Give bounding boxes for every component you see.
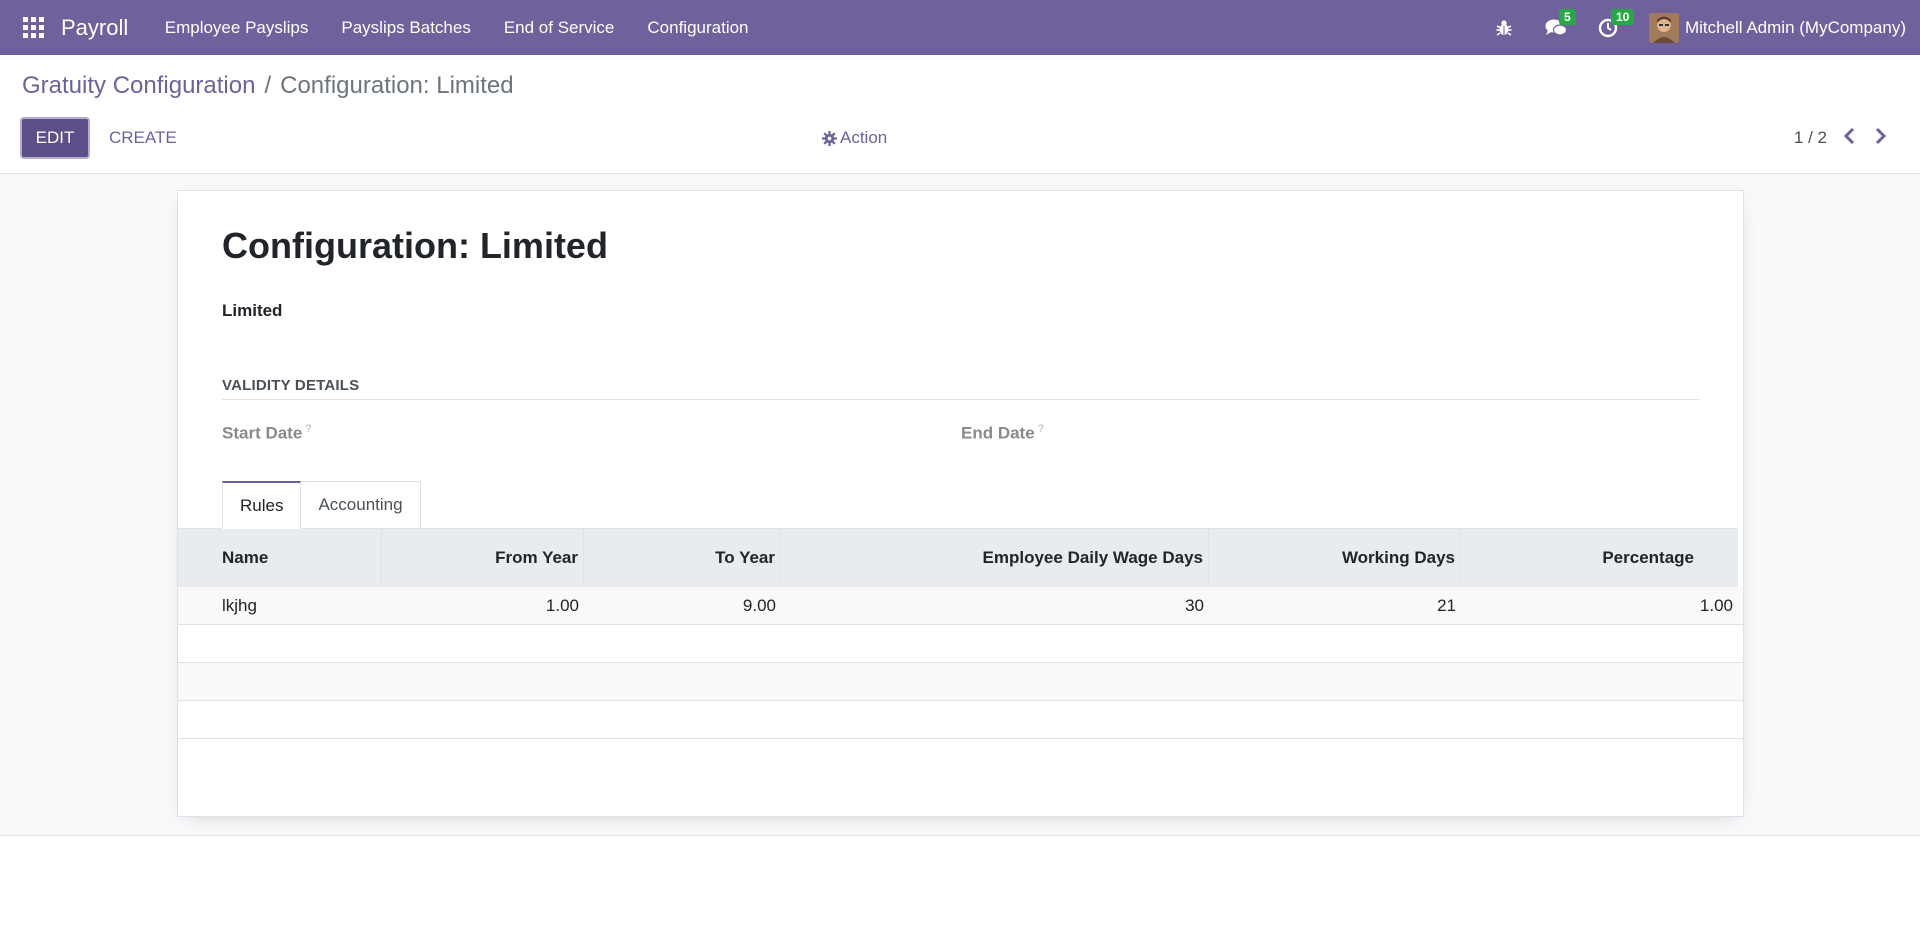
column-header-to-year[interactable]: To Year xyxy=(584,529,781,587)
bug-icon[interactable] xyxy=(1493,17,1515,39)
apps-menu-icon[interactable] xyxy=(23,16,45,39)
column-header-from-year[interactable]: From Year xyxy=(382,529,584,587)
section-title: VALIDITY DETAILS xyxy=(222,377,360,394)
record-title: Configuration: Limited xyxy=(222,225,608,266)
table-header: Name From Year To Year Employee Daily Wa… xyxy=(178,528,1738,587)
breadcrumb-parent[interactable]: Gratuity Configuration xyxy=(22,72,255,100)
table-row[interactable]: lkjhg 1.00 9.00 30 21 1.00 xyxy=(178,587,1743,625)
menu-configuration[interactable]: Configuration xyxy=(631,0,765,55)
help-icon[interactable]: ? xyxy=(1038,423,1044,435)
cell-percentage: 1.00 xyxy=(1699,595,1733,615)
user-menu[interactable]: Mitchell Admin (MyCompany) xyxy=(1648,12,1906,43)
app-brand[interactable]: Payroll xyxy=(61,15,128,41)
gear-icon xyxy=(822,130,837,146)
empty-row xyxy=(178,701,1743,739)
main-menu: Employee Payslips Payslips Batches End o… xyxy=(148,0,765,55)
menu-payslips-batches[interactable]: Payslips Batches xyxy=(325,0,487,55)
rules-table: Name From Year To Year Employee Daily Wa… xyxy=(178,528,1743,739)
user-name: Mitchell Admin (MyCompany) xyxy=(1684,17,1906,37)
breadcrumb-separator: / xyxy=(264,72,272,99)
column-header-percentage[interactable]: Percentage xyxy=(1461,529,1738,587)
column-header-name[interactable]: Name xyxy=(178,529,382,587)
menu-employee-payslips[interactable]: Employee Payslips xyxy=(148,0,325,55)
systray: 5 10 Mitchell Admin (MyCompany) xyxy=(1493,0,1920,55)
tab-accounting[interactable]: Accounting xyxy=(300,481,421,529)
notebook-tabs: Rules Accounting xyxy=(222,481,421,529)
cell-working-days: 21 xyxy=(1437,595,1456,615)
avatar xyxy=(1648,12,1679,43)
breadcrumb: Gratuity Configuration / Configuration: … xyxy=(22,72,514,100)
end-date-label: End Date? xyxy=(961,423,1044,444)
form-view: Configuration: Limited Limited VALIDITY … xyxy=(0,174,1920,836)
chevron-left-icon[interactable] xyxy=(1843,127,1857,150)
start-date-text: Start Date xyxy=(222,423,303,443)
empty-row xyxy=(178,663,1743,701)
chevron-right-icon[interactable] xyxy=(1873,127,1887,150)
end-date-text: End Date xyxy=(961,423,1035,443)
edit-button[interactable]: EDIT xyxy=(20,117,90,159)
record-subtitle: Limited xyxy=(222,301,283,320)
cell-name: lkjhg xyxy=(222,595,257,615)
cell-daily-wage-days: 30 xyxy=(1185,595,1204,615)
cell-to-year: 9.00 xyxy=(742,595,776,615)
action-menu[interactable]: Action xyxy=(822,128,887,148)
breadcrumb-current: Configuration: Limited xyxy=(280,72,514,99)
pager-value[interactable]: 1 / 2 xyxy=(1794,128,1827,148)
top-navbar: Payroll Employee Payslips Payslips Batch… xyxy=(0,0,1920,55)
control-panel: Gratuity Configuration / Configuration: … xyxy=(0,55,1920,174)
help-icon[interactable]: ? xyxy=(305,423,311,435)
menu-end-of-service[interactable]: End of Service xyxy=(487,0,631,55)
activities-badge: 10 xyxy=(1610,8,1635,25)
section-divider xyxy=(222,399,1699,400)
messages-icon[interactable]: 5 xyxy=(1545,8,1576,39)
empty-row xyxy=(178,625,1743,663)
column-header-working-days[interactable]: Working Days xyxy=(1209,529,1461,587)
column-header-daily-wage-days[interactable]: Employee Daily Wage Days xyxy=(781,529,1209,587)
form-sheet: Configuration: Limited Limited VALIDITY … xyxy=(177,190,1744,817)
tab-rules[interactable]: Rules xyxy=(222,481,302,529)
activities-icon[interactable]: 10 xyxy=(1597,8,1635,39)
cell-from-year: 1.00 xyxy=(545,595,579,615)
action-label: Action xyxy=(840,128,888,147)
messages-badge: 5 xyxy=(1558,8,1576,25)
create-button[interactable]: CREATE xyxy=(109,128,177,148)
start-date-label: Start Date? xyxy=(222,423,311,444)
